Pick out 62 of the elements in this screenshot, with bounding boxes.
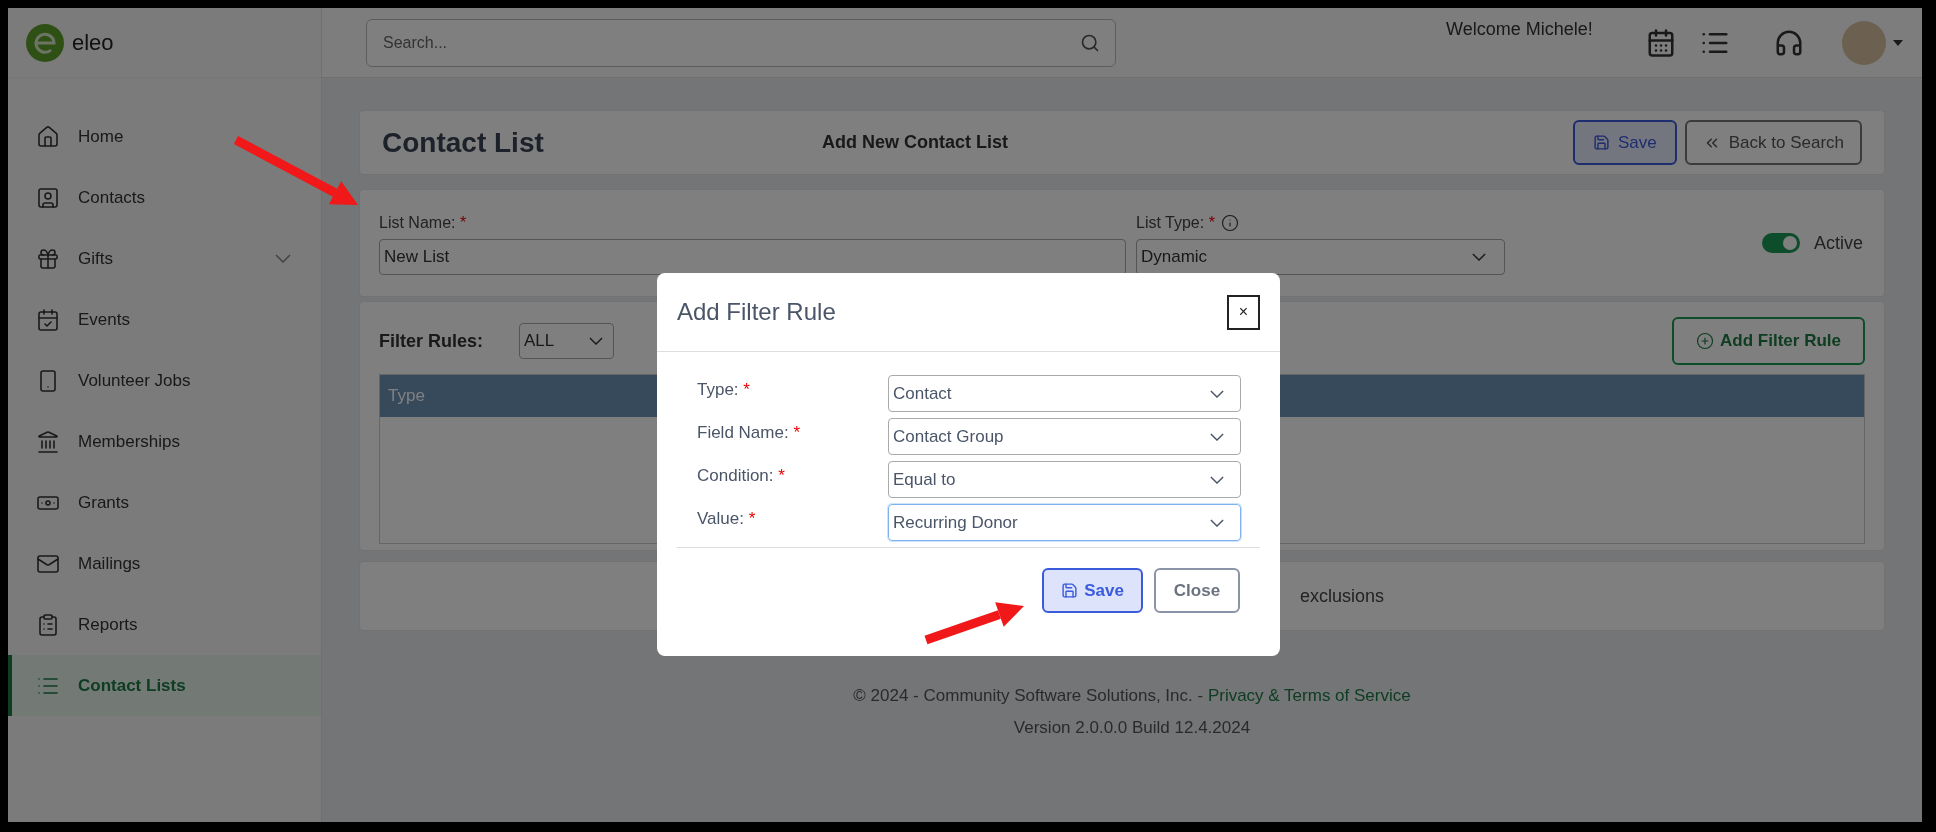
dropdown-select[interactable]: Equal to xyxy=(888,461,1241,498)
field-label: Condition: * xyxy=(696,465,786,487)
save-button[interactable]: Save xyxy=(1572,120,1677,165)
chevron-icon xyxy=(1472,253,1486,261)
dialog-close-button[interactable]: Close xyxy=(1154,568,1240,613)
search-icon xyxy=(1080,32,1100,53)
toggle-label: Active xyxy=(1813,231,1863,255)
field-label: Value: * xyxy=(696,508,757,530)
bank-icon xyxy=(36,429,60,454)
house-icon xyxy=(36,124,60,149)
dropdown-select[interactable]: Contact Group xyxy=(888,418,1241,455)
chevron-icon xyxy=(589,337,603,345)
active-toggle[interactable] xyxy=(1761,233,1800,253)
calendar-icon[interactable] xyxy=(1646,27,1676,58)
gift-icon xyxy=(36,246,60,271)
sidebar-item[interactable]: Gifts xyxy=(8,228,321,289)
chevron-icon xyxy=(275,254,291,263)
caret-icon[interactable] xyxy=(1892,38,1904,47)
dropdown-select[interactable]: Contact xyxy=(888,375,1241,412)
back-button[interactable]: Back to Search xyxy=(1684,120,1862,165)
version-text: Version 2.0.0.0 Build 12.4.2024 xyxy=(1013,716,1251,739)
search-field[interactable]: Search... xyxy=(366,18,1116,67)
chevron-icon xyxy=(1210,518,1224,527)
page-subtitle: Add New Contact List xyxy=(822,131,1008,154)
dialog-save-button[interactable]: Save xyxy=(1042,568,1143,613)
calendar-check-icon xyxy=(36,307,60,332)
chevron-icon xyxy=(1210,432,1224,441)
clipboard-icon xyxy=(36,612,60,637)
sidebar-item[interactable]: Contact Lists xyxy=(8,655,321,716)
info-icon[interactable] xyxy=(1220,214,1239,232)
chevron-icon xyxy=(1210,389,1224,398)
exclusions-text: exclusions xyxy=(1300,584,1385,608)
sidebar-item[interactable]: Mailings xyxy=(8,533,321,594)
sidebar-item[interactable]: Events xyxy=(8,289,321,350)
match-select[interactable]: ALL xyxy=(519,323,614,359)
sidebar-item[interactable]: Volunteer Jobs xyxy=(8,350,321,411)
filter-rules-label: Filter Rules: xyxy=(379,329,485,353)
page-title: Contact List xyxy=(382,125,545,160)
sidebar-item[interactable]: Reports xyxy=(8,594,321,655)
field-label: List Type: * xyxy=(1136,213,1215,233)
welcome-text: Welcome Michele! xyxy=(1446,19,1593,39)
plus-circle-icon xyxy=(1696,332,1715,350)
sidebar-item[interactable]: Grants xyxy=(8,472,321,533)
dropdown-select[interactable]: Recurring Donor xyxy=(888,504,1241,541)
add-filter-rule-button[interactable]: Add Filter Rule xyxy=(1672,317,1865,365)
chevron-icon xyxy=(1210,475,1224,484)
sidebar-item[interactable]: Home xyxy=(8,106,321,167)
save-icon xyxy=(1061,582,1079,599)
dialog-title: Add Filter Rule xyxy=(677,297,837,327)
sidebar-item[interactable]: Contacts xyxy=(8,167,321,228)
logo-text: eleo xyxy=(72,29,114,57)
contact-card-icon xyxy=(36,185,60,210)
sidebar-item[interactable]: Memberships xyxy=(8,411,321,472)
field-label: Field Name: * xyxy=(696,422,801,444)
copyright-text: © 2024 - Community Software Solutions, Inc. - Privacy & Terms of Service xyxy=(853,685,1411,707)
logo-icon xyxy=(26,23,64,62)
privacy-link[interactable]: Privacy & Terms of Service xyxy=(1207,686,1411,705)
save-icon xyxy=(1592,134,1610,151)
field-label: List Name: * xyxy=(379,213,468,233)
column-header: Type xyxy=(387,385,426,408)
field-label: Type: * xyxy=(696,379,751,401)
close-button[interactable]: × xyxy=(1227,294,1260,330)
